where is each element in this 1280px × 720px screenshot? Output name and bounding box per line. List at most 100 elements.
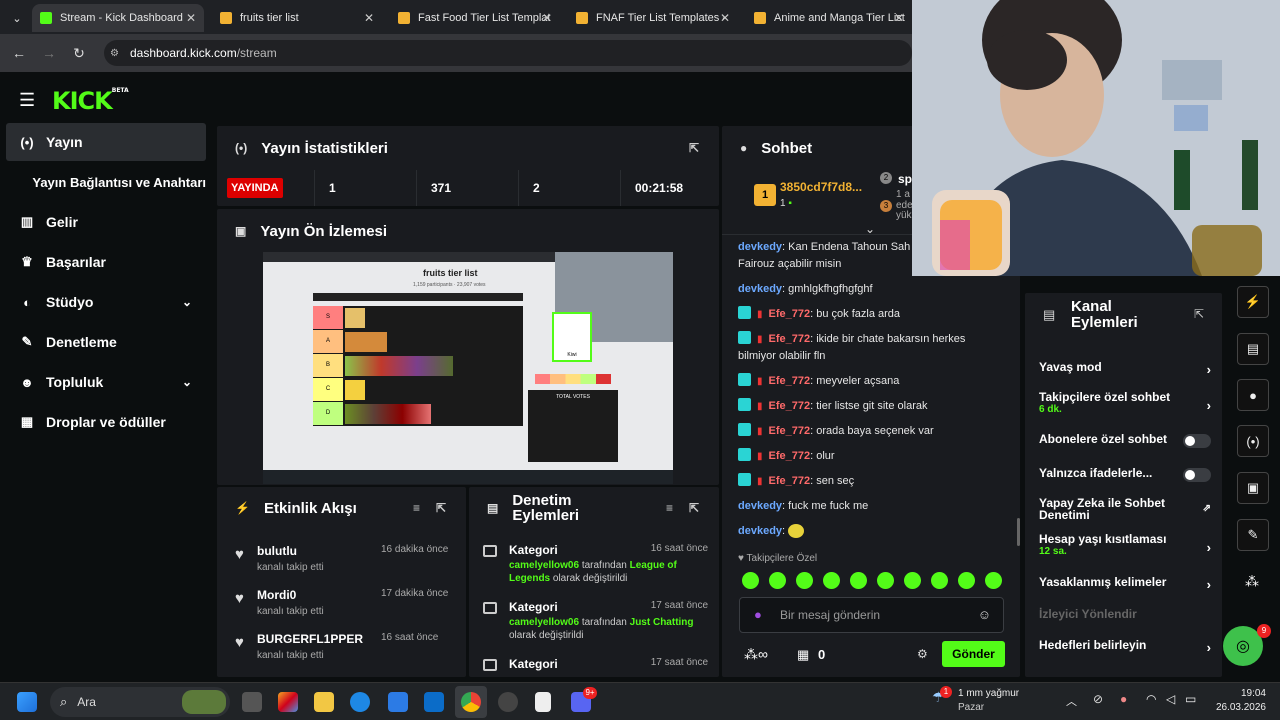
close-icon[interactable]: ✕ [542,11,552,25]
camera-off-icon[interactable]: ⊘ [1093,692,1103,706]
chat-username[interactable]: devkedy [738,283,782,295]
emote-icon[interactable] [904,572,921,589]
emote-icon[interactable] [931,572,948,589]
channel-row-slow-mode[interactable]: Yavaş mod › [1039,360,1211,377]
infinity-points-icon[interactable]: ⁂∞ [744,646,768,663]
activity-username[interactable]: BURGERFL1PPER [257,632,363,646]
send-button[interactable]: Gönder [942,641,1005,667]
windows-start-icon[interactable] [17,692,37,712]
task-view-icon[interactable] [242,692,262,712]
emote-icon[interactable] [769,572,786,589]
quick-lightning-button[interactable]: ⚡ [1237,286,1269,318]
add-widget-icon[interactable]: ⁂ [1245,573,1259,590]
activity-username[interactable]: Mordi0 [257,588,296,602]
sidebar-item-basarilar[interactable]: ♛ Başarılar [6,243,206,281]
tray-chevron-icon[interactable]: ︿ [1066,693,1077,709]
emote-icon[interactable] [877,572,894,589]
chat-username[interactable]: Efe_772 [769,333,811,345]
chat-input[interactable]: ● Bir mesaj gönderin ☺ [739,597,1004,633]
notepad-icon[interactable] [535,692,551,712]
quick-preview-button[interactable]: ▣ [1237,472,1269,504]
chat-username[interactable]: devkedy [738,241,782,253]
microphone-icon[interactable]: ● [1120,692,1127,706]
top-gifter-name[interactable]: 3850cd7f7d8... [780,180,862,194]
battery-icon[interactable]: ▭ [1185,692,1196,706]
forward-arrow-icon[interactable]: → [34,45,64,61]
popout-icon[interactable]: ⇱ [436,501,446,515]
quick-broadcast-button[interactable]: (•) [1237,425,1269,457]
tab-list-button[interactable]: ⌄ [6,4,28,32]
volume-icon[interactable]: ◁ [1166,692,1175,706]
emote-icon[interactable] [958,572,975,589]
channel-row-banned-words[interactable]: Yasaklanmış kelimeler › [1039,575,1211,592]
channel-row-subscribers-only[interactable]: Abonelere özel sohbet [1039,432,1211,448]
popout-icon[interactable]: ⇱ [689,501,699,516]
close-icon[interactable]: ✕ [364,11,374,25]
sidebar-item-gelir[interactable]: ▥ Gelir [6,203,206,241]
sidebar-item-yayin[interactable]: (•) Yayın [6,123,206,161]
microphone-icon[interactable]: ● [754,607,762,622]
activity-username[interactable]: bulutlu [257,544,297,558]
clock-time[interactable]: 19:04 [1214,688,1266,699]
emote-icon[interactable] [742,572,759,589]
settings-gear-icon[interactable]: ⚙ [917,647,928,661]
copilot-icon[interactable] [278,692,298,712]
wifi-icon[interactable]: ◠ [1146,692,1156,706]
emote-icon[interactable] [823,572,840,589]
popout-icon[interactable]: ⇱ [689,141,699,155]
store-app-icon[interactable] [388,692,408,712]
chat-username[interactable]: devkedy [738,500,782,512]
menu-icon[interactable]: ☰ [19,90,35,111]
quick-document-button[interactable]: ▤ [1237,333,1269,365]
edge-icon[interactable] [350,692,370,712]
sidebar-item-baglanti[interactable]: Yayın Bağlantısı ve Anahtarı [6,163,206,201]
reload-icon[interactable]: ↻ [64,45,94,62]
popout-icon[interactable]: ⇱ [1194,307,1204,321]
taskbar-search[interactable]: ⌕ Ara [50,687,230,717]
tab-stream-dashboard[interactable]: Stream - Kick Dashboard ✕ [32,4,204,32]
tab-fast-food[interactable]: Fast Food Tier List Templat ✕ [390,4,560,32]
filter-icon[interactable]: ≡ [666,501,673,516]
chat-username[interactable]: Efe_772 [769,375,811,387]
chat-username[interactable]: Efe_772 [769,475,811,487]
chat-username[interactable]: Efe_772 [769,308,811,320]
channel-row-ai-moderation[interactable]: Yapay Zeka ile Sohbet Denetimi ⇗ [1039,497,1211,521]
chat-username[interactable]: Efe_772 [769,450,811,462]
quick-chat-button[interactable]: ● [1237,379,1269,411]
chat-username[interactable]: devkedy [738,525,782,537]
clock-date[interactable]: 26.03.2026 [1214,702,1266,713]
sidebar-item-denetleme[interactable]: ✎ Denetleme [6,323,206,361]
stream-preview[interactable]: fruits tier list 1,159 participants · 23… [263,252,673,484]
top-gifter-name[interactable]: sp [898,172,912,186]
back-arrow-icon[interactable]: ← [4,45,34,61]
emotes-only-toggle[interactable] [1183,468,1211,482]
chat-username[interactable]: Efe_772 [769,425,811,437]
filter-icon[interactable]: ≡ [413,501,420,515]
close-icon[interactable]: ✕ [720,11,730,25]
sidebar-item-studyo[interactable]: ◐ Stüdyo ⌄ [6,283,206,321]
chrome-icon[interactable] [461,692,481,712]
moderator-name[interactable]: camelyellow06 [509,560,579,571]
url-field[interactable]: ⚙ dashboard.kick.com/stream [104,40,912,66]
outlook-icon[interactable] [424,692,444,712]
chat-username[interactable]: Efe_772 [769,400,811,412]
kick-logo[interactable]: KICKBETA [52,87,129,115]
weather-text[interactable]: 1 mm yağmur [958,688,1019,699]
file-explorer-icon[interactable] [314,692,334,712]
obs-icon[interactable] [498,692,518,712]
channel-row-account-age[interactable]: Hesap yaşı kısıtlaması 12 sa. › [1039,532,1211,557]
quick-tools-button[interactable]: ✎ [1237,519,1269,551]
chat-scrollbar[interactable] [1017,518,1020,546]
tab-fruits-tier-list[interactable]: fruits tier list ✕ [212,4,382,32]
moderator-name[interactable]: camelyellow06 [509,617,579,628]
subscribers-only-toggle[interactable] [1183,434,1211,448]
tab-fnaf[interactable]: FNAF Tier List Templates - ✕ [568,4,738,32]
channel-row-emotes-only[interactable]: Yalnızca ifadelerle... [1039,466,1211,482]
emote-icon[interactable] [796,572,813,589]
close-icon[interactable]: ✕ [186,11,196,25]
site-info-icon[interactable]: ⚙ [110,48,119,59]
sidebar-item-droplar[interactable]: ▦ Droplar ve ödüller [6,403,206,441]
channel-row-goals[interactable]: Hedefleri belirleyin › [1039,638,1211,655]
close-icon[interactable]: ✕ [894,11,904,25]
emote-icon[interactable] [850,572,867,589]
